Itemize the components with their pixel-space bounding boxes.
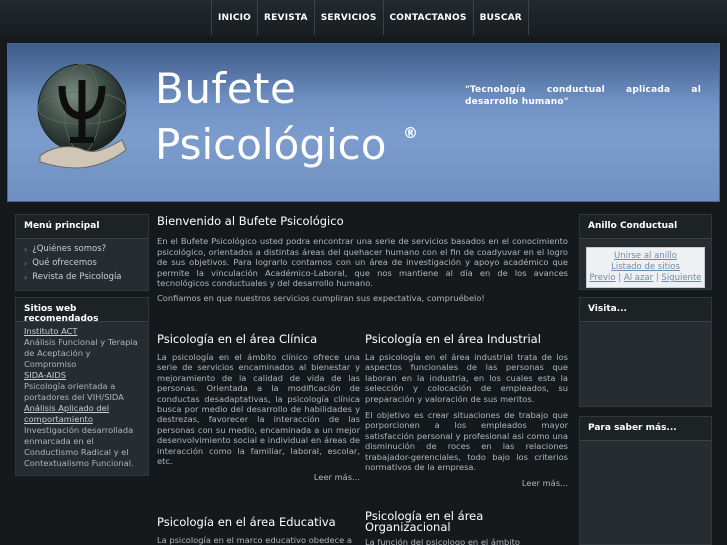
intro-paragraph: En el Bufete Psicológico usted podra enc… xyxy=(157,236,568,289)
tagline: "Tecnología conductual aplicada al desar… xyxy=(465,85,701,107)
section-text: La psicología en el marco educativo obed… xyxy=(157,535,352,545)
main-menu-title: Menú principal xyxy=(16,215,148,239)
nav-item-contactanos[interactable]: CONTACTANOS xyxy=(384,0,474,35)
intro-closing: Confiamos en que nuestros servicios cump… xyxy=(157,292,485,303)
section-text: La psicología en el ámbito clínico ofrec… xyxy=(157,352,360,467)
visita-box: Visita... xyxy=(579,297,712,407)
header-banner: Bufete Psicológico ® "Tecnología conduct… xyxy=(7,43,720,202)
nav-menu: INICIO REVISTA SERVICIOS CONTACTANOS BUS… xyxy=(211,0,529,35)
site-desc: Análisis Funcional y Terapia de Aceptaci… xyxy=(24,337,138,369)
section-organizacional: Psicología en el área Organizacional La … xyxy=(365,509,568,545)
read-more-link[interactable]: Leer más... xyxy=(365,478,568,488)
read-more-link[interactable]: Leer más... xyxy=(157,472,360,482)
section-title: Psicología en el área Organizacional xyxy=(365,509,484,534)
webring-box: Anillo Conductual Unirse al anillo Lista… xyxy=(579,214,712,290)
chevron-right-icon: › xyxy=(24,272,28,282)
webring-widget: Unirse al anillo Listado de sitios Previ… xyxy=(586,247,705,288)
section-text: El objetivo es crear situaciones de trab… xyxy=(365,410,568,473)
site-link-instituto-act[interactable]: Instituto ACT xyxy=(24,326,140,337)
site-list-link[interactable]: Listado de sitios xyxy=(611,262,680,272)
prev-link[interactable]: Previo xyxy=(589,273,615,283)
saber-mas-box: Para saber más... xyxy=(579,416,712,545)
registered-mark: ® xyxy=(403,124,418,142)
chevron-right-icon: › xyxy=(24,258,28,268)
brand-name-line2: Psicológico xyxy=(155,120,387,169)
section-title: Psicología en el área Industrial xyxy=(365,332,541,346)
nav-item-servicios[interactable]: SERVICIOS xyxy=(315,0,384,35)
join-ring-link[interactable]: Unirse al anillo xyxy=(614,251,677,261)
nav-item-inicio[interactable]: INICIO xyxy=(212,0,259,35)
menu-item-que-ofrecemos[interactable]: › Qué ofrecemos xyxy=(24,256,140,270)
site-link-analisis-aplicado[interactable]: Análisis Aplicado del comportamiento xyxy=(24,403,140,425)
recommended-sites-title: Sitios web recomendados xyxy=(16,298,148,324)
psi-hand-globe-icon xyxy=(37,64,127,169)
section-title: Psicología en el área Clínica xyxy=(157,332,318,346)
menu-item-quienes-somos[interactable]: › ¿Quiénes somos? xyxy=(24,242,140,256)
menu-item-revista[interactable]: › Revista de Psicología xyxy=(24,270,140,284)
welcome-title: Bienvenido al Bufete Psicológico xyxy=(157,214,344,228)
menu-item-label: Revista de Psicología xyxy=(32,272,122,282)
main-content: Bienvenido al Bufete Psicológico En el B… xyxy=(157,214,568,304)
section-text: La psicología en el área industrial trat… xyxy=(365,352,568,404)
section-clinica: Psicología en el área Clínica La psicolo… xyxy=(157,332,360,482)
site-desc: Investigación desarrollada enmarcada en … xyxy=(24,425,134,468)
separator: | xyxy=(618,273,622,283)
webring-title: Anillo Conductual xyxy=(580,215,711,239)
next-link[interactable]: Siguiente xyxy=(661,273,701,283)
site-link-sida-aids[interactable]: SIDA-AIDS xyxy=(24,370,140,381)
nav-item-revista[interactable]: REVISTA xyxy=(258,0,315,35)
section-title: Psicología en el área Educativa xyxy=(157,515,336,529)
top-navigation-bar: INICIO REVISTA SERVICIOS CONTACTANOS BUS… xyxy=(0,0,727,37)
section-educativa: Psicología en el área Educativa La psico… xyxy=(157,515,360,545)
brand-name-line1: Bufete xyxy=(155,64,297,113)
recommended-sites-list: Instituto ACT Análisis Funcional y Terap… xyxy=(16,322,148,473)
main-menu-list: › ¿Quiénes somos? › Qué ofrecemos › Revista… xyxy=(16,239,148,287)
saber-mas-title: Para saber más... xyxy=(580,417,711,441)
site-desc: Psicología orientada a portadores del VI… xyxy=(24,381,124,402)
section-text: La función del psicologo en el ámbito xyxy=(365,537,520,545)
menu-item-label: Qué ofrecemos xyxy=(32,258,97,268)
random-link[interactable]: Al azar xyxy=(624,273,653,283)
separator: | xyxy=(655,273,659,283)
chevron-right-icon: › xyxy=(24,244,28,254)
visita-title: Visita... xyxy=(580,298,711,322)
menu-item-label: ¿Quiénes somos? xyxy=(32,244,107,254)
main-menu-box: Menú principal › ¿Quiénes somos? › Qué ofr… xyxy=(15,214,149,291)
recommended-sites-box: Sitios web recomendados Instituto ACT An… xyxy=(15,297,149,476)
section-industrial: Psicología en el área Industrial La psic… xyxy=(365,332,568,488)
nav-item-buscar[interactable]: BUSCAR xyxy=(474,0,529,35)
